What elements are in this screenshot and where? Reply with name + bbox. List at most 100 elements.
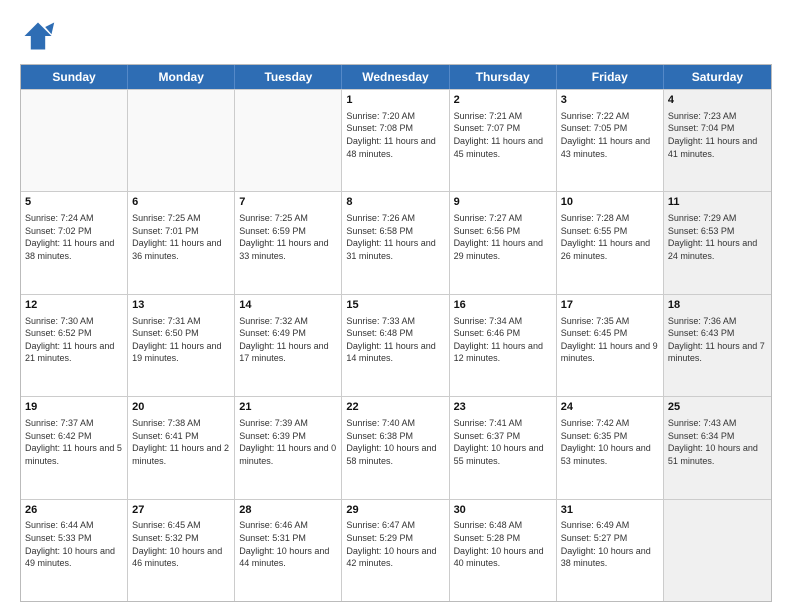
day-number: 26: [25, 503, 123, 518]
calendar-cell-day-30: 30Sunrise: 6:48 AMSunset: 5:28 PMDayligh…: [450, 500, 557, 601]
weekday-header-thursday: Thursday: [450, 65, 557, 89]
cell-info: Sunrise: 7:22 AMSunset: 7:05 PMDaylight:…: [561, 110, 659, 160]
calendar-cell-day-17: 17 Sunrise: 7:35 AMSunset: 6:45 PMDayligh…: [557, 295, 664, 396]
cell-info: Sunrise: 7:23 AMSunset: 7:04 PMDaylight:…: [668, 110, 767, 160]
day-number: 20: [132, 400, 230, 415]
logo-icon: [20, 18, 56, 54]
calendar-cell-day-19: 19 Sunrise: 7:37 AMSunset: 6:42 PMDayligh…: [21, 397, 128, 498]
day-number: 17: [561, 298, 659, 313]
calendar-header: SundayMondayTuesdayWednesdayThursdayFrid…: [21, 65, 771, 89]
calendar-cell-day-31: 31Sunrise: 6:49 AMSunset: 5:27 PMDayligh…: [557, 500, 664, 601]
day-number: 29: [346, 503, 444, 518]
cell-info: Sunrise: 7:35 AMSunset: 6:45 PMDaylight:…: [561, 315, 659, 365]
day-number: 19: [25, 400, 123, 415]
day-number: 11: [668, 195, 767, 210]
calendar-cell-day-4: 4 Sunrise: 7:23 AMSunset: 7:04 PMDaylight…: [664, 90, 771, 191]
logo: [20, 18, 60, 54]
calendar-cell-day-16: 16 Sunrise: 7:34 AMSunset: 6:46 PMDayligh…: [450, 295, 557, 396]
calendar-row-2: 12 Sunrise: 7:30 AMSunset: 6:52 PMDayligh…: [21, 294, 771, 396]
cell-info: Sunrise: 7:27 AMSunset: 6:56 PMDaylight:…: [454, 212, 552, 262]
calendar-cell-day-3: 3 Sunrise: 7:22 AMSunset: 7:05 PMDaylight…: [557, 90, 664, 191]
calendar-cell-day-13: 13Sunrise: 7:31 AMSunset: 6:50 PMDayligh…: [128, 295, 235, 396]
cell-info: Sunrise: 7:32 AMSunset: 6:49 PMDaylight:…: [239, 315, 337, 365]
day-number: 1: [346, 93, 444, 108]
cell-info: Sunrise: 6:46 AMSunset: 5:31 PMDaylight:…: [239, 519, 337, 569]
calendar-row-0: 1 Sunrise: 7:20 AMSunset: 7:08 PMDaylight…: [21, 89, 771, 191]
calendar-cell-day-11: 11 Sunrise: 7:29 AMSunset: 6:53 PMDayligh…: [664, 192, 771, 293]
cell-info: Sunrise: 7:24 AMSunset: 7:02 PMDaylight:…: [25, 212, 123, 262]
weekday-header-monday: Monday: [128, 65, 235, 89]
day-number: 15: [346, 298, 444, 313]
cell-info: Sunrise: 7:43 AMSunset: 6:34 PMDaylight:…: [668, 417, 767, 467]
day-number: 31: [561, 503, 659, 518]
cell-info: Sunrise: 6:44 AMSunset: 5:33 PMDaylight:…: [25, 519, 123, 569]
calendar-cell-day-8: 8 Sunrise: 7:26 AMSunset: 6:58 PMDaylight…: [342, 192, 449, 293]
calendar-row-3: 19 Sunrise: 7:37 AMSunset: 6:42 PMDayligh…: [21, 396, 771, 498]
calendar-cell-day-9: 9Sunrise: 7:27 AMSunset: 6:56 PMDaylight…: [450, 192, 557, 293]
day-number: 30: [454, 503, 552, 518]
day-number: 4: [668, 93, 767, 108]
day-number: 3: [561, 93, 659, 108]
day-number: 12: [25, 298, 123, 313]
calendar-cell-day-24: 24Sunrise: 7:42 AMSunset: 6:35 PMDayligh…: [557, 397, 664, 498]
cell-info: Sunrise: 7:20 AMSunset: 7:08 PMDaylight:…: [346, 110, 444, 160]
calendar-cell-day-22: 22 Sunrise: 7:40 AMSunset: 6:38 PMDayligh…: [342, 397, 449, 498]
day-number: 6: [132, 195, 230, 210]
day-number: 2: [454, 93, 552, 108]
day-number: 8: [346, 195, 444, 210]
calendar-cell-day-29: 29Sunrise: 6:47 AMSunset: 5:29 PMDayligh…: [342, 500, 449, 601]
day-number: 16: [454, 298, 552, 313]
cell-info: Sunrise: 6:48 AMSunset: 5:28 PMDaylight:…: [454, 519, 552, 569]
cell-info: Sunrise: 7:37 AMSunset: 6:42 PMDaylight:…: [25, 417, 123, 467]
calendar-row-1: 5 Sunrise: 7:24 AMSunset: 7:02 PMDaylight…: [21, 191, 771, 293]
calendar-cell-day-23: 23 Sunrise: 7:41 AMSunset: 6:37 PMDayligh…: [450, 397, 557, 498]
day-number: 28: [239, 503, 337, 518]
day-number: 25: [668, 400, 767, 415]
weekday-header-saturday: Saturday: [664, 65, 771, 89]
calendar-cell-day-25: 25 Sunrise: 7:43 AMSunset: 6:34 PMDayligh…: [664, 397, 771, 498]
calendar-cell-empty: [21, 90, 128, 191]
calendar: SundayMondayTuesdayWednesdayThursdayFrid…: [20, 64, 772, 602]
calendar-cell-day-26: 26Sunrise: 6:44 AMSunset: 5:33 PMDayligh…: [21, 500, 128, 601]
day-number: 23: [454, 400, 552, 415]
cell-info: Sunrise: 7:30 AMSunset: 6:52 PMDaylight:…: [25, 315, 123, 365]
calendar-cell-day-7: 7Sunrise: 7:25 AMSunset: 6:59 PMDaylight…: [235, 192, 342, 293]
cell-info: Sunrise: 6:49 AMSunset: 5:27 PMDaylight:…: [561, 519, 659, 569]
calendar-row-4: 26Sunrise: 6:44 AMSunset: 5:33 PMDayligh…: [21, 499, 771, 601]
day-number: 18: [668, 298, 767, 313]
calendar-cell-day-28: 28Sunrise: 6:46 AMSunset: 5:31 PMDayligh…: [235, 500, 342, 601]
weekday-header-tuesday: Tuesday: [235, 65, 342, 89]
page-header: [20, 18, 772, 54]
calendar-cell-day-2: 2 Sunrise: 7:21 AMSunset: 7:07 PMDaylight…: [450, 90, 557, 191]
calendar-body: 1 Sunrise: 7:20 AMSunset: 7:08 PMDaylight…: [21, 89, 771, 601]
cell-info: Sunrise: 7:29 AMSunset: 6:53 PMDaylight:…: [668, 212, 767, 262]
cell-info: Sunrise: 7:26 AMSunset: 6:58 PMDaylight:…: [346, 212, 444, 262]
cell-info: Sunrise: 7:40 AMSunset: 6:38 PMDaylight:…: [346, 417, 444, 467]
calendar-cell-day-6: 6Sunrise: 7:25 AMSunset: 7:01 PMDaylight…: [128, 192, 235, 293]
day-number: 22: [346, 400, 444, 415]
cell-info: Sunrise: 7:38 AMSunset: 6:41 PMDaylight:…: [132, 417, 230, 467]
calendar-cell-empty: [235, 90, 342, 191]
calendar-cell-day-20: 20 Sunrise: 7:38 AMSunset: 6:41 PMDayligh…: [128, 397, 235, 498]
weekday-header-sunday: Sunday: [21, 65, 128, 89]
day-number: 5: [25, 195, 123, 210]
calendar-cell-day-1: 1 Sunrise: 7:20 AMSunset: 7:08 PMDaylight…: [342, 90, 449, 191]
cell-info: Sunrise: 7:34 AMSunset: 6:46 PMDaylight:…: [454, 315, 552, 365]
calendar-cell-day-14: 14Sunrise: 7:32 AMSunset: 6:49 PMDayligh…: [235, 295, 342, 396]
cell-info: Sunrise: 7:39 AMSunset: 6:39 PMDaylight:…: [239, 417, 337, 467]
cell-info: Sunrise: 7:36 AMSunset: 6:43 PMDaylight:…: [668, 315, 767, 365]
cell-info: Sunrise: 7:21 AMSunset: 7:07 PMDaylight:…: [454, 110, 552, 160]
calendar-cell-day-27: 27Sunrise: 6:45 AMSunset: 5:32 PMDayligh…: [128, 500, 235, 601]
day-number: 21: [239, 400, 337, 415]
cell-info: Sunrise: 7:31 AMSunset: 6:50 PMDaylight:…: [132, 315, 230, 365]
weekday-header-wednesday: Wednesday: [342, 65, 449, 89]
calendar-cell-empty: [128, 90, 235, 191]
calendar-cell-day-21: 21 Sunrise: 7:39 AMSunset: 6:39 PMDayligh…: [235, 397, 342, 498]
day-number: 10: [561, 195, 659, 210]
cell-info: Sunrise: 6:45 AMSunset: 5:32 PMDaylight:…: [132, 519, 230, 569]
day-number: 7: [239, 195, 337, 210]
calendar-cell-day-10: 10Sunrise: 7:28 AMSunset: 6:55 PMDayligh…: [557, 192, 664, 293]
cell-info: Sunrise: 7:33 AMSunset: 6:48 PMDaylight:…: [346, 315, 444, 365]
cell-info: Sunrise: 7:41 AMSunset: 6:37 PMDaylight:…: [454, 417, 552, 467]
calendar-cell-day-18: 18 Sunrise: 7:36 AMSunset: 6:43 PMDayligh…: [664, 295, 771, 396]
